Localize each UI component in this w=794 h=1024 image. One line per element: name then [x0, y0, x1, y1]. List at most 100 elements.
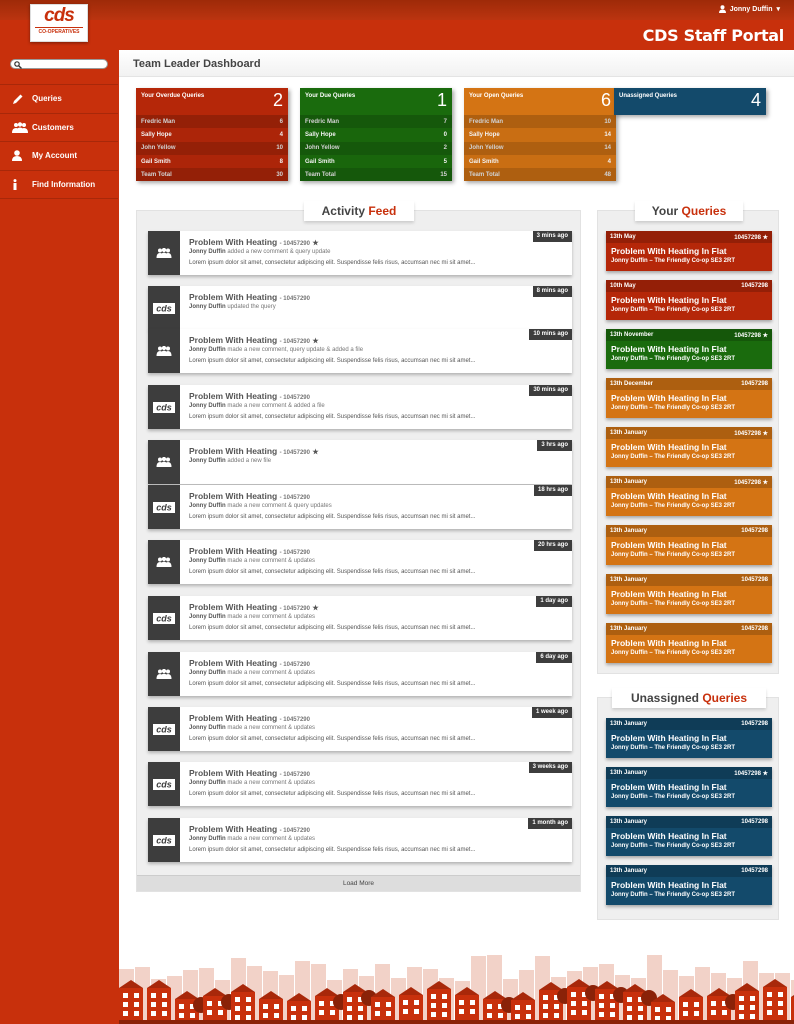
stat-box-your-open-queries[interactable]: Your Open Queries 6 Fredric Man 10 Sally Hop… — [464, 88, 616, 182]
query-card[interactable]: 13th January 10457298 Problem With Heating… — [606, 865, 772, 905]
query-card[interactable]: 10th May 10457298 Problem With Heating In … — [606, 280, 772, 320]
query-card[interactable]: 13th January 10457298 Problem With Heating… — [606, 574, 772, 614]
query-card[interactable]: 13th November 10457298 ★ Problem With Heat… — [606, 329, 772, 369]
feed-item[interactable]: cds Problem With Heating - 10457290 Jonny … — [148, 818, 572, 862]
star-icon[interactable]: ★ — [312, 605, 318, 612]
stat-row[interactable]: Gail Smith 4 — [464, 154, 616, 169]
stat-row[interactable]: Gail Smith 5 — [300, 154, 452, 169]
feed-item-user[interactable]: Jonny Duffin — [189, 614, 226, 620]
query-subtitle: Jonny Duffin – The Friendly Co-op SE3 2R… — [611, 356, 736, 362]
feed-item-user[interactable]: Jonny Duffin — [189, 670, 226, 676]
star-icon[interactable]: ★ — [312, 240, 318, 247]
stat-row-value: 7 — [443, 118, 447, 125]
feed-item[interactable]: cds Problem With Heating - 10457290 Jonny … — [148, 385, 572, 429]
query-title: Problem With Heating In Flat — [611, 540, 727, 550]
stat-row[interactable]: Team Total 15 — [300, 168, 452, 182]
feed-item-title-row: Problem With Heating - 10457290 — [189, 391, 310, 401]
star-icon[interactable]: ★ — [763, 333, 768, 339]
feed-item-user[interactable]: Jonny Duffin — [189, 249, 226, 255]
query-id: 10457298 — [734, 479, 761, 486]
query-card[interactable]: 13th May 10457298 ★ Problem With Heating I… — [606, 231, 772, 271]
sidebar: Queries Customers My Account Find Informati… — [0, 50, 118, 1024]
stat-label: Your Due Queries — [305, 93, 356, 99]
query-card[interactable]: 13th January 10457298 ★ Problem With Heati… — [606, 476, 772, 516]
feed-item[interactable]: Problem With Heating - 10457290 ★ Jonny D… — [148, 231, 572, 275]
sidebar-item-my-account[interactable]: My Account — [0, 142, 118, 171]
feed-item-user[interactable]: Jonny Duffin — [189, 780, 226, 786]
query-card[interactable]: 13th January 10457298 Problem With Heating… — [606, 718, 772, 758]
feed-item[interactable]: cds Problem With Heating - 10457290 Jonny … — [148, 286, 572, 330]
star-icon[interactable]: ★ — [763, 431, 768, 437]
sidebar-item-queries[interactable]: Queries — [0, 85, 118, 114]
stat-row[interactable]: John Yellow 10 — [136, 141, 288, 155]
query-card[interactable]: 13th January 10457298 Problem With Heating… — [606, 816, 772, 856]
feed-item[interactable]: Problem With Heating - 10457290 ★ Jonny D… — [148, 329, 572, 373]
query-id-row: 10457298 — [741, 283, 768, 289]
star-icon[interactable]: ★ — [763, 480, 768, 486]
query-card[interactable]: 13th January 10457298 ★ Problem With Heati… — [606, 767, 772, 807]
feed-item[interactable]: cds Problem With Heating - 10457290 ★ Jonn… — [148, 596, 572, 640]
feed-item-user[interactable]: Jonny Duffin — [189, 458, 226, 464]
star-icon[interactable]: ★ — [312, 338, 318, 345]
stat-row[interactable]: Fredric Man 10 — [464, 115, 616, 129]
query-date: 10th May — [610, 283, 636, 289]
feed-item-user[interactable]: Jonny Duffin — [189, 347, 226, 353]
stat-row[interactable]: Team Total 30 — [136, 168, 288, 182]
feed-item-title: Problem With Heating — [189, 768, 278, 778]
query-subtitle: Jonny Duffin – The Friendly Co-op SE3 2R… — [611, 552, 736, 558]
query-card[interactable]: 13th December 10457298 Problem With Heatin… — [606, 378, 772, 418]
stat-row[interactable]: Team Total 48 — [464, 168, 616, 182]
svg-text:cds: cds — [156, 402, 172, 412]
feed-item-user[interactable]: Jonny Duffin — [189, 403, 226, 409]
stat-row[interactable]: Sally Hope 4 — [136, 128, 288, 142]
query-date: 13th January — [610, 819, 648, 825]
stat-row-value: 4 — [279, 131, 283, 138]
star-icon[interactable]: ★ — [312, 449, 318, 456]
feed-item[interactable]: Problem With Heating - 10457290 Jonny Duf… — [148, 652, 572, 696]
feed-item[interactable]: Problem With Heating - 10457290 ★ Jonny D… — [148, 440, 572, 484]
feed-item-action: made a new comment & updates — [227, 614, 316, 620]
stat-box-your-overdue-queries[interactable]: Your Overdue Queries 2 Fredric Man 6 Sally H… — [136, 88, 288, 182]
star-icon[interactable]: ★ — [763, 235, 768, 241]
cds-logo[interactable]: cds CO-OPERATIVES — [30, 4, 88, 42]
query-card[interactable]: 13th January 10457298 Problem With Heating… — [606, 623, 772, 663]
feed-item-user[interactable]: Jonny Duffin — [189, 503, 226, 509]
feed-item-user[interactable]: Jonny Duffin — [189, 304, 226, 310]
feed-item-user[interactable]: Jonny Duffin — [189, 725, 226, 731]
feed-item[interactable]: Problem With Heating - 10457290 Jonny Duf… — [148, 540, 572, 584]
star-icon[interactable]: ★ — [763, 771, 768, 777]
feed-item[interactable]: cds Problem With Heating - 10457290 Jonny … — [148, 485, 572, 529]
stat-row-name: Fredric Man — [305, 118, 340, 125]
sidebar-item-customers[interactable]: Customers — [0, 114, 118, 142]
query-date: 13th January — [610, 868, 648, 874]
feed-item-time-badge: 30 mins ago — [529, 385, 572, 396]
group-icon — [148, 540, 180, 584]
stat-row[interactable]: Gail Smith 8 — [136, 154, 288, 169]
stat-row[interactable]: Fredric Man 7 — [300, 115, 452, 129]
query-card-header: 13th January 10457298 — [606, 865, 772, 877]
people-icon — [12, 122, 32, 133]
stat-row[interactable]: John Yellow 2 — [300, 141, 452, 155]
feed-item-title-row: Problem With Heating - 10457290 — [189, 546, 310, 556]
feed-item[interactable]: cds Problem With Heating - 10457290 Jonny … — [148, 762, 572, 806]
stat-row[interactable]: Sally Hope 14 — [464, 128, 616, 142]
feed-item-user[interactable]: Jonny Duffin — [189, 558, 226, 564]
feed-item-body: Lorem ipsum dolor sit amet, consectetur … — [189, 514, 476, 520]
feed-item[interactable]: cds Problem With Heating - 10457290 Jonny … — [148, 707, 572, 751]
stat-row[interactable]: John Yellow 14 — [464, 141, 616, 155]
query-card[interactable]: 13th January 10457298 ★ Problem With Heati… — [606, 427, 772, 467]
your-queries-title-b: Queries — [681, 204, 727, 218]
search-input[interactable] — [10, 59, 108, 69]
feed-item-title: Problem With Heating — [189, 546, 278, 556]
sidebar-item-find-information[interactable]: Find Information — [0, 171, 118, 199]
stat-row[interactable]: Sally Hope 0 — [300, 128, 452, 142]
feed-item-meta: Jonny Duffin made a new comment & update… — [189, 558, 315, 564]
load-more-button[interactable]: Load More — [137, 875, 580, 891]
stat-box-unassigned-queries[interactable]: Unassigned Queries 4 — [614, 88, 766, 115]
stat-row[interactable]: Fredric Man 6 — [136, 115, 288, 129]
stat-box-your-due-queries[interactable]: Your Due Queries 1 Fredric Man 7 Sally Hope 0… — [300, 88, 452, 182]
user-menu[interactable]: Jonny Duffin ▾ — [718, 5, 780, 13]
query-id: 10457298 — [741, 868, 768, 874]
feed-item-user[interactable]: Jonny Duffin — [189, 836, 226, 842]
query-card[interactable]: 13th January 10457298 Problem With Heating… — [606, 525, 772, 565]
